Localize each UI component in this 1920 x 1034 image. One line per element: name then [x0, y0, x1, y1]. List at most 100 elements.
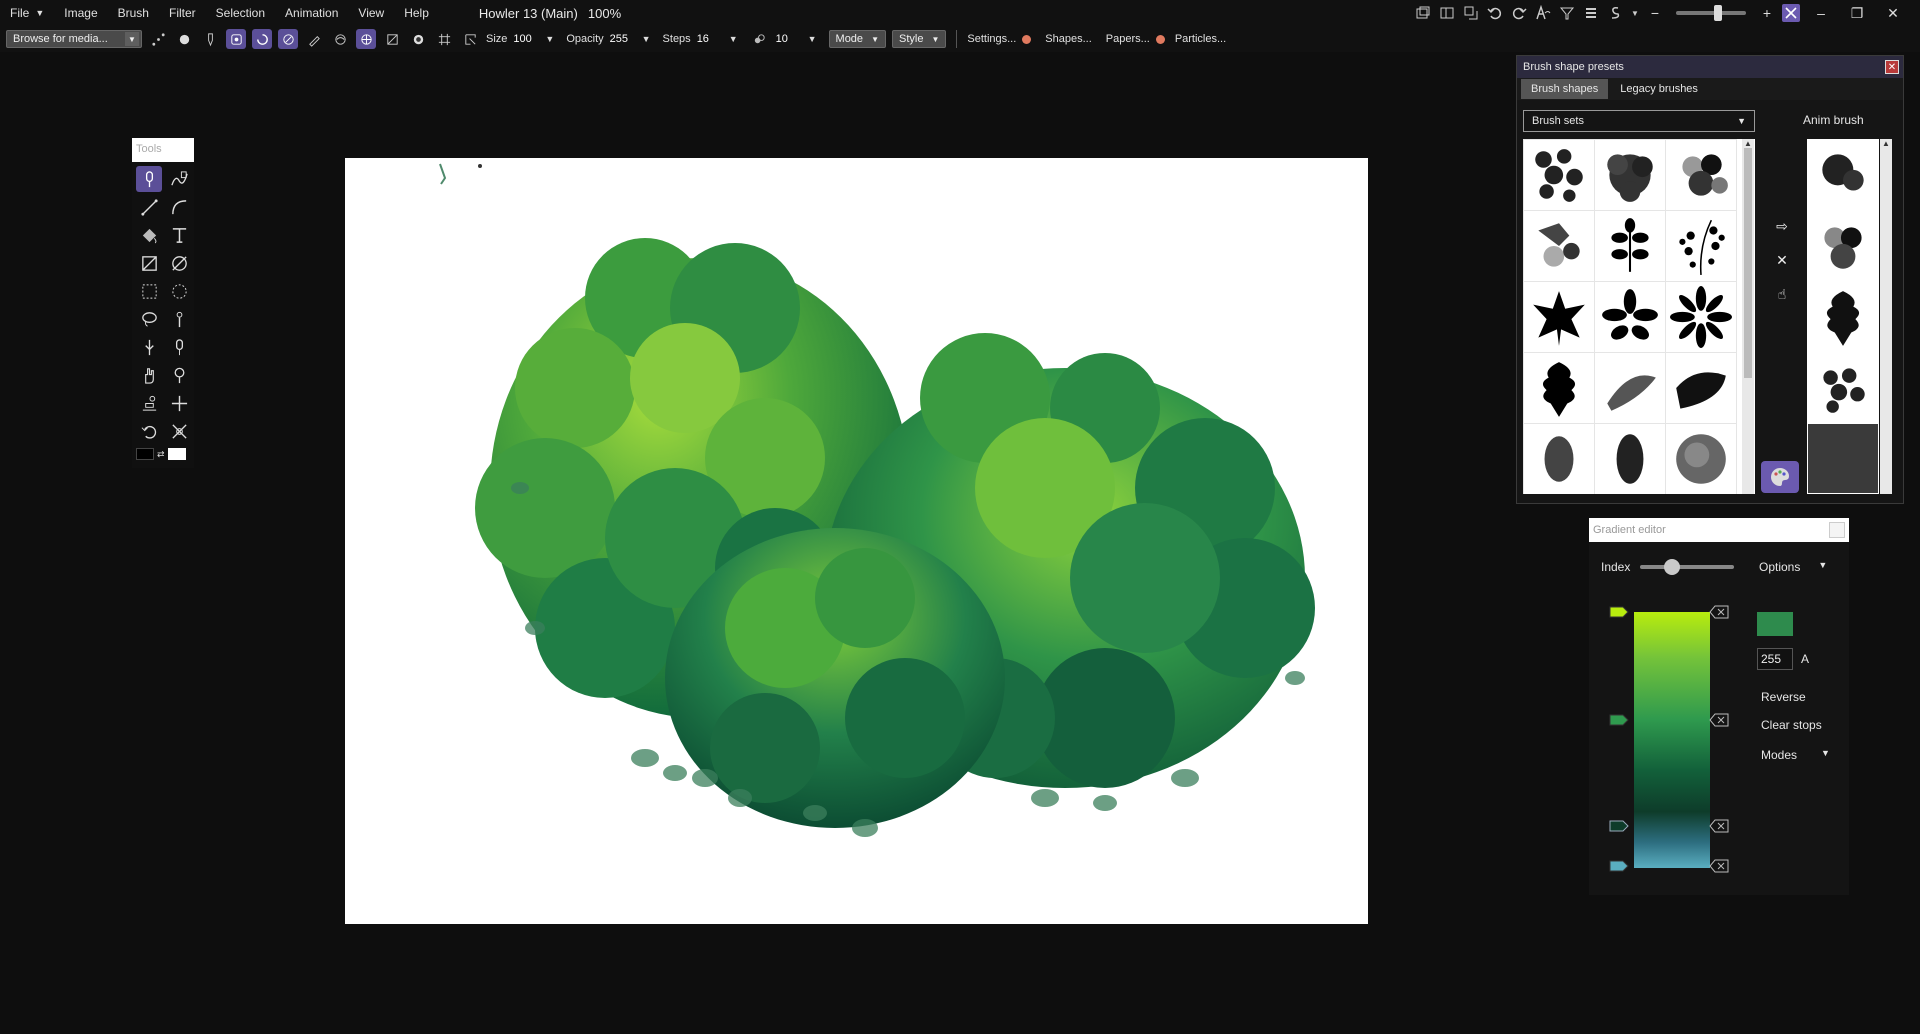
shapes-button[interactable]: Shapes... [1045, 33, 1091, 45]
close-window-button[interactable]: ✕ [1878, 5, 1908, 22]
ellipse-select-tool-icon[interactable] [166, 278, 192, 304]
history-brush-tool-icon[interactable] [136, 418, 162, 444]
steps-field[interactable]: 16 [697, 33, 723, 45]
modes-menu[interactable]: Modes ▼ [1761, 748, 1830, 762]
redo-icon[interactable] [1510, 4, 1528, 22]
brush-palm-leaves[interactable] [1594, 281, 1666, 353]
rect-select-tool-icon[interactable] [136, 278, 162, 304]
brush-leaf-cluster-dark[interactable] [1594, 139, 1666, 211]
chevron-down-icon[interactable]: ▼ [729, 34, 738, 44]
zoom-slider[interactable] [1676, 5, 1746, 21]
style-combo[interactable]: Style ▼ [891, 30, 947, 48]
anim-list-scrollbar[interactable]: ▲ [1880, 139, 1892, 494]
tab-legacy-brushes[interactable]: Legacy brushes [1610, 79, 1708, 99]
reverse-button[interactable]: Reverse [1761, 690, 1806, 704]
anim-brush-4[interactable] [1808, 353, 1878, 423]
text-style-icon[interactable] [1534, 4, 1552, 22]
panels-icon[interactable] [1438, 4, 1456, 22]
delete-stop-icon[interactable] [1709, 859, 1729, 873]
opacity-field[interactable]: 255 [610, 33, 636, 45]
transform-tool-icon[interactable] [166, 390, 192, 416]
chevron-down-icon[interactable]: ▼ [642, 34, 651, 44]
pan-tool-icon[interactable] [136, 362, 162, 388]
swap-colors-icon[interactable]: ⇄ [157, 449, 165, 460]
zoom-out-icon[interactable]: − [1646, 4, 1664, 22]
chevron-down-icon[interactable]: ▼ [808, 34, 817, 44]
grid-snap-icon[interactable] [434, 29, 454, 49]
stamp-field[interactable]: 10 [776, 33, 802, 45]
curve-tool-icon[interactable] [166, 194, 192, 220]
scatter-icon[interactable] [148, 29, 168, 49]
close-icon[interactable]: ✕ [1885, 60, 1899, 74]
palette-button[interactable] [1761, 461, 1799, 493]
tilt-mode-icon[interactable] [278, 29, 298, 49]
record-icon[interactable] [408, 29, 428, 49]
scroll-up-arrow[interactable]: ▲ [1742, 139, 1754, 148]
stamp-mode-icon[interactable] [226, 29, 246, 49]
menu-file[interactable]: File ▼ [0, 0, 54, 26]
index-slider-knob[interactable] [1664, 559, 1681, 575]
particles-button[interactable]: Particles... [1175, 33, 1226, 45]
menu-help[interactable]: Help [394, 0, 439, 26]
gradient-stop-marker[interactable] [1609, 820, 1629, 832]
brush-sets-dropdown[interactable]: Brush sets ▼ [1523, 110, 1755, 132]
clone-stamp-tool-icon[interactable] [136, 390, 162, 416]
scroll-up-arrow[interactable]: ▲ [1880, 139, 1892, 148]
anim-brush-3[interactable] [1808, 282, 1878, 352]
remove-icon[interactable]: ✕ [1772, 250, 1792, 270]
pen-pressure-icon[interactable] [304, 29, 324, 49]
move-tool-icon[interactable] [136, 334, 162, 360]
soft-edge-icon[interactable] [174, 29, 194, 49]
mix-icon[interactable] [330, 29, 350, 49]
brush-fern-sprig[interactable] [1665, 210, 1737, 282]
eyedropper-tool-icon[interactable] [166, 362, 192, 388]
media-combo[interactable]: Browse for media... ▼ [6, 30, 142, 48]
brush-tip-icon[interactable] [200, 29, 220, 49]
gradient-options-menu[interactable]: Options ▼ [1759, 560, 1827, 574]
brush-tool-icon[interactable] [136, 166, 162, 192]
index-slider[interactable] [1640, 559, 1735, 575]
arrow-right-icon[interactable]: ⇨ [1772, 216, 1792, 236]
warp-tool-icon[interactable] [166, 418, 192, 444]
chevron-down-icon[interactable]: ▼ [545, 34, 554, 44]
brush-leaf-cluster-grey[interactable] [1665, 139, 1737, 211]
menu-filter[interactable]: Filter [159, 0, 206, 26]
layers-icon[interactable] [1414, 4, 1432, 22]
line-tool-icon[interactable] [136, 194, 162, 220]
rotate-mode-icon[interactable] [252, 29, 272, 49]
size-field[interactable]: 100 [513, 33, 539, 45]
fill-tool-icon[interactable] [136, 222, 162, 248]
chevron-down-icon[interactable]: ▼ [1630, 4, 1640, 22]
filter-icon[interactable] [1558, 4, 1576, 22]
anim-brush-1[interactable] [1808, 140, 1878, 210]
brush-oak-leaf[interactable] [1523, 352, 1595, 424]
square-tip-icon[interactable] [382, 29, 402, 49]
text-tool-icon[interactable] [166, 222, 192, 248]
delete-stop-icon[interactable] [1709, 605, 1729, 619]
brush-grunge-spot[interactable] [1523, 423, 1595, 494]
undo-icon[interactable] [1486, 4, 1504, 22]
panel-toggle-box[interactable] [1829, 522, 1845, 538]
anim-brush-empty-slot[interactable] [1808, 424, 1878, 493]
texture-mode-icon[interactable] [356, 29, 376, 49]
alpha-input[interactable]: 255 [1757, 648, 1793, 670]
hand-pointer-icon[interactable]: ☝ [1772, 284, 1792, 304]
background-color-swatch[interactable] [167, 448, 186, 460]
maximize-button[interactable]: ❐ [1842, 5, 1872, 22]
tools-icon[interactable] [1782, 4, 1800, 22]
foreground-color-swatch[interactable] [136, 448, 154, 460]
menu-brush[interactable]: Brush [108, 0, 159, 26]
magic-wand-tool-icon[interactable] [166, 306, 192, 332]
scroll-thumb[interactable] [1744, 148, 1752, 378]
settings-button[interactable]: Settings... [967, 33, 1016, 45]
rect-shape-tool-icon[interactable] [136, 250, 162, 276]
stop-color-swatch[interactable] [1757, 612, 1793, 636]
menu-view[interactable]: View [348, 0, 394, 26]
eraser-tool-icon[interactable] [166, 334, 192, 360]
menu-animation[interactable]: Animation [275, 0, 348, 26]
list-icon[interactable] [1582, 4, 1600, 22]
brush-maple-leaf[interactable] [1523, 281, 1595, 353]
mode-combo[interactable]: Mode ▼ [828, 30, 886, 48]
script-icon[interactable] [1606, 4, 1624, 22]
papers-button[interactable]: Papers... [1106, 33, 1150, 45]
